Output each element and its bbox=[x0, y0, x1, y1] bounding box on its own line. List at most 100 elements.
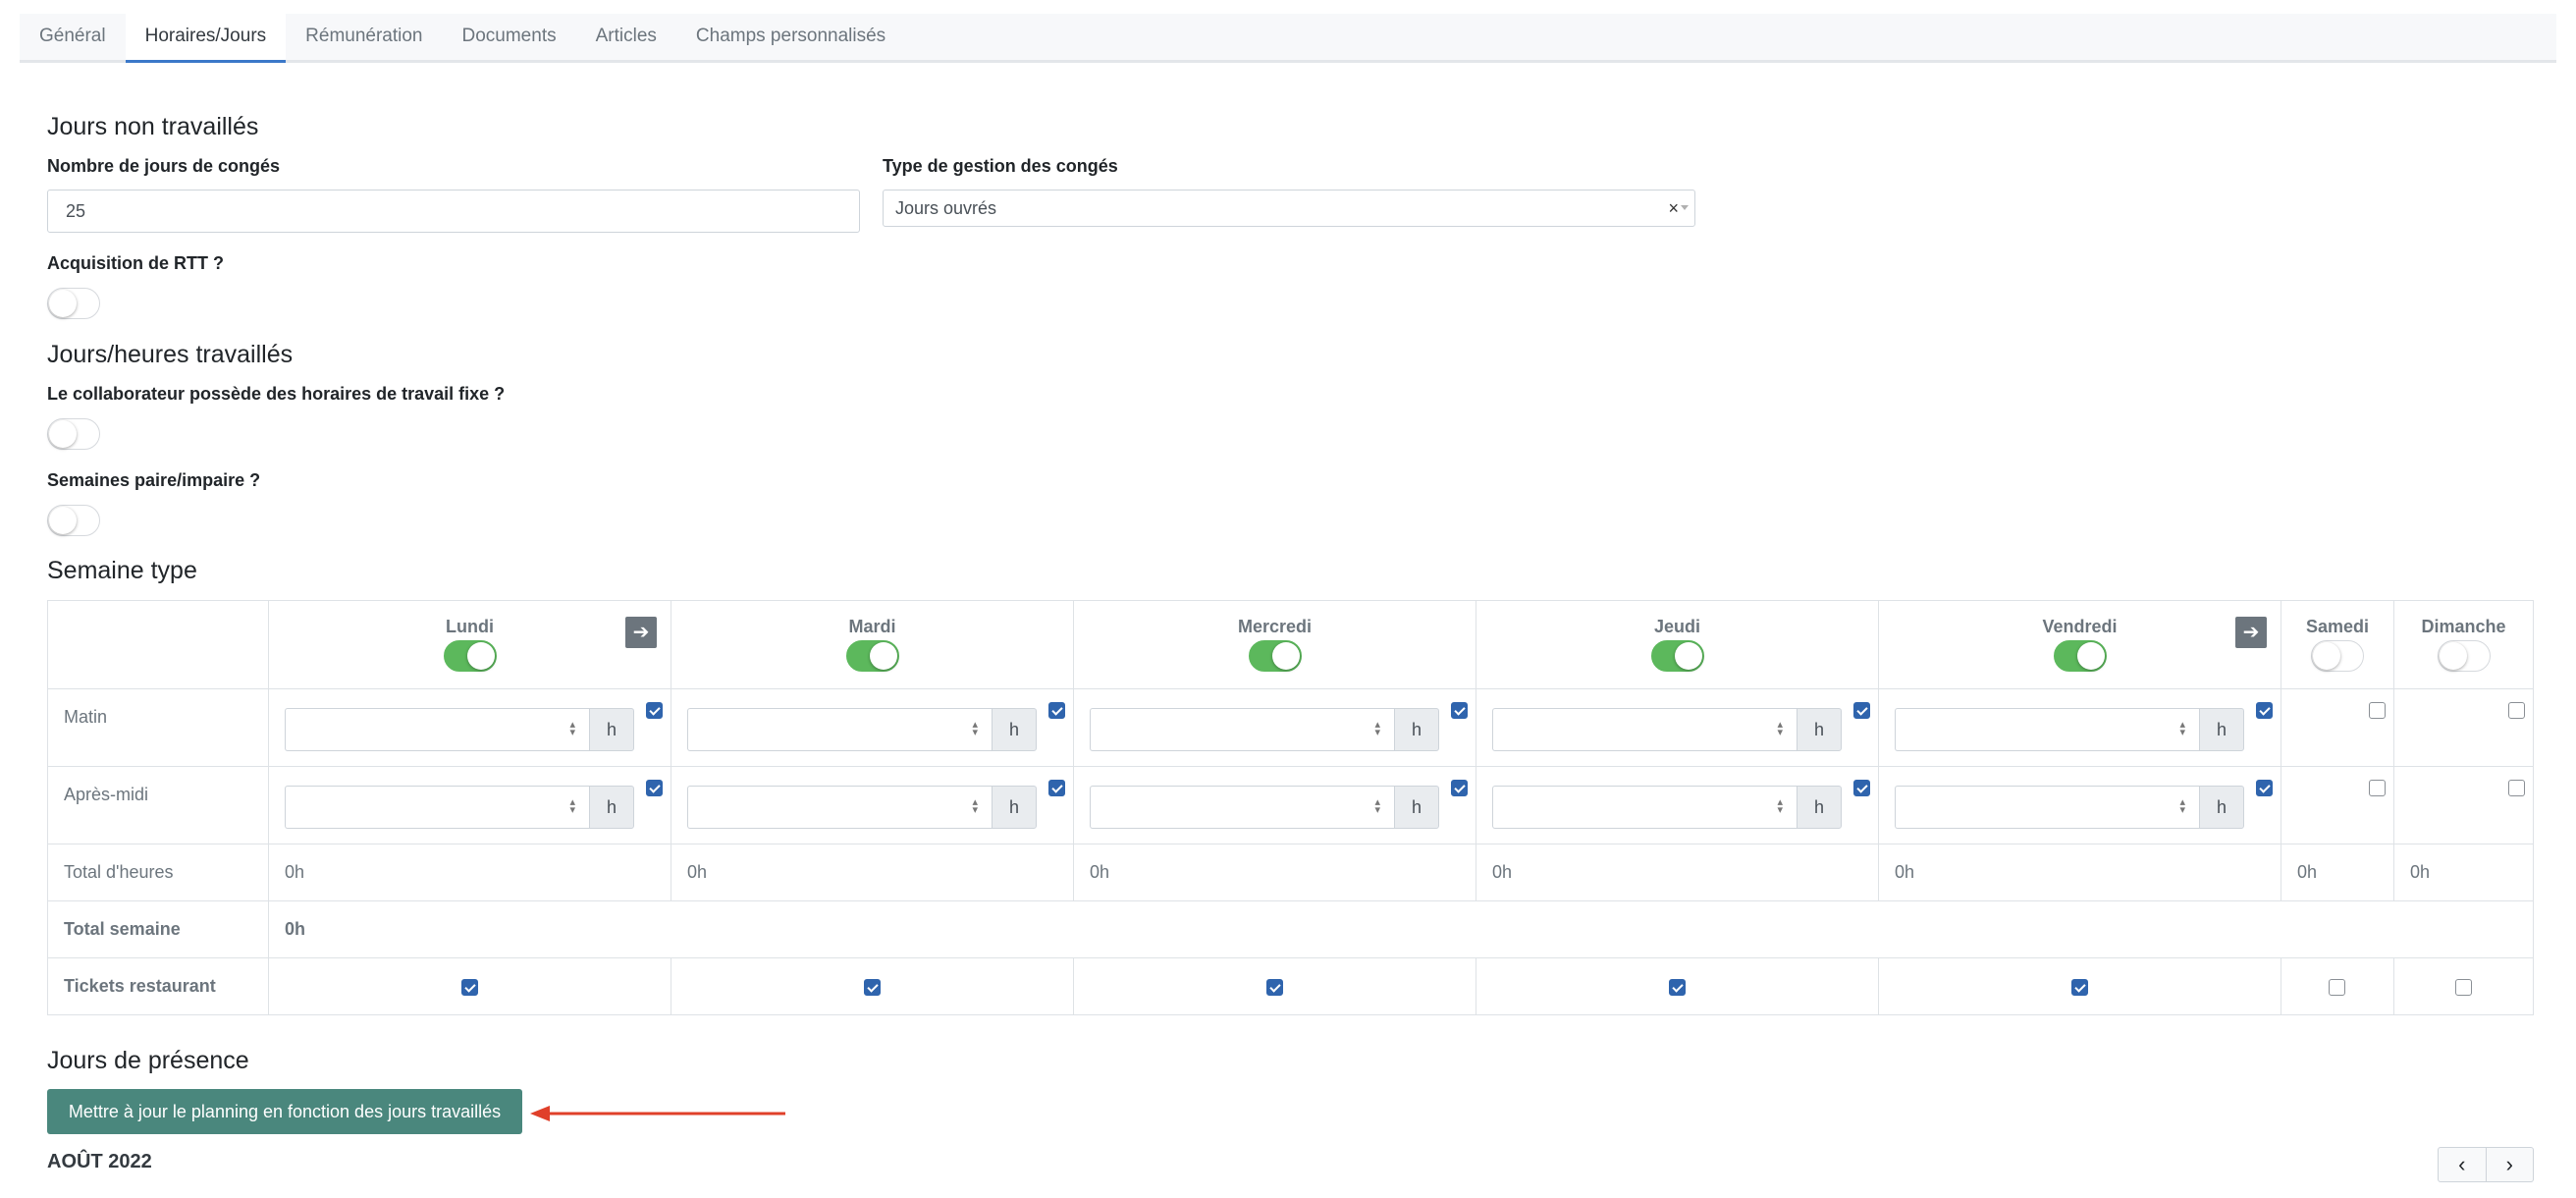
ticket-checkbox[interactable] bbox=[1668, 979, 1686, 996]
day-name: Dimanche bbox=[2421, 617, 2506, 636]
afternoon-hours-input[interactable]: ▴ ▾ bbox=[687, 786, 992, 829]
week-table: Lundi ➔ Mardi Mercredi Jeudi Vendredi ➔ … bbox=[47, 600, 2534, 1015]
day-toggle-samedi[interactable] bbox=[2311, 640, 2364, 672]
leave-days-label: Nombre de jours de congés bbox=[47, 156, 281, 176]
morning-cell: ▴ ▾ h bbox=[1878, 688, 2281, 767]
total-hours-value: 0h bbox=[2393, 844, 2534, 901]
fixed-hours-toggle[interactable] bbox=[47, 418, 100, 450]
day-name: Vendredi bbox=[2042, 617, 2118, 636]
morning-hours-input[interactable]: ▴ ▾ bbox=[687, 708, 992, 751]
leave-type-select[interactable]: Jours ouvrés × bbox=[883, 190, 1695, 227]
day-toggle-mercredi[interactable] bbox=[1248, 640, 1302, 672]
row-label-total-hours: Total d'heures bbox=[47, 844, 269, 901]
tab-champs-personnalises[interactable]: Champs personnalisés bbox=[676, 14, 905, 63]
morning-hours-input[interactable]: ▴ ▾ bbox=[1090, 708, 1394, 751]
afternoon-hours-input[interactable]: ▴ ▾ bbox=[1492, 786, 1797, 829]
morning-checkbox[interactable] bbox=[1853, 702, 1870, 719]
ticket-cell bbox=[2393, 957, 2534, 1015]
update-planning-button[interactable]: Mettre à jour le planning en fonction de… bbox=[47, 1089, 522, 1134]
morning-checkbox[interactable] bbox=[2369, 702, 2386, 719]
chevron-left-icon[interactable]: ‹ bbox=[2438, 1147, 2487, 1182]
day-toggle-mardi[interactable] bbox=[845, 640, 899, 672]
morning-hours-input[interactable]: ▴ ▾ bbox=[1895, 708, 2199, 751]
section-title-worked: Jours/heures travaillés bbox=[47, 341, 294, 368]
day-name: Lundi bbox=[446, 617, 494, 636]
day-header-samedi: Samedi bbox=[2281, 600, 2394, 689]
afternoon-checkbox[interactable] bbox=[2369, 780, 2386, 796]
afternoon-hours-input[interactable]: ▴ ▾ bbox=[285, 786, 589, 829]
afternoon-cell: ▴ ▾ h bbox=[671, 766, 1074, 844]
month-label: AOÛT 2022 bbox=[47, 1151, 152, 1172]
afternoon-checkbox[interactable] bbox=[1048, 780, 1065, 796]
section-title-week: Semaine type bbox=[47, 557, 197, 584]
day-header-lundi: Lundi ➔ bbox=[268, 600, 671, 689]
morning-checkbox[interactable] bbox=[2508, 702, 2525, 719]
day-header-mardi: Mardi bbox=[671, 600, 1074, 689]
ticket-checkbox[interactable] bbox=[460, 979, 478, 996]
tab-remuneration[interactable]: Rémunération bbox=[286, 14, 442, 63]
chevron-right-icon[interactable]: › bbox=[2486, 1147, 2534, 1182]
section-title-non-worked: Jours non travaillés bbox=[47, 113, 259, 140]
afternoon-checkbox[interactable] bbox=[1451, 780, 1468, 796]
tab-documents[interactable]: Documents bbox=[443, 14, 576, 63]
afternoon-cell bbox=[2393, 766, 2534, 844]
afternoon-cell: ▴ ▾ h bbox=[1878, 766, 2281, 844]
ticket-cell bbox=[1878, 957, 2281, 1015]
afternoon-checkbox[interactable] bbox=[1853, 780, 1870, 796]
day-toggle-vendredi[interactable] bbox=[2053, 640, 2107, 672]
afternoon-cell: ▴ ▾ h bbox=[1073, 766, 1476, 844]
ticket-checkbox[interactable] bbox=[2070, 979, 2088, 996]
row-label-tickets: Tickets restaurant bbox=[47, 957, 269, 1015]
ticket-checkbox[interactable] bbox=[863, 979, 881, 996]
rtt-toggle[interactable] bbox=[47, 288, 100, 319]
leave-days-input[interactable]: 25 bbox=[47, 190, 860, 233]
morning-cell: ▴ ▾ h bbox=[1073, 688, 1476, 767]
afternoon-checkbox[interactable] bbox=[2508, 780, 2525, 796]
tab-general[interactable]: Général bbox=[20, 14, 126, 63]
header-empty bbox=[47, 600, 269, 689]
ticket-cell bbox=[268, 957, 671, 1015]
morning-checkbox[interactable] bbox=[646, 702, 663, 719]
morning-checkbox[interactable] bbox=[2256, 702, 2273, 719]
rtt-label: Acquisition de RTT ? bbox=[47, 253, 224, 273]
copy-right-arrow-icon[interactable]: ➔ bbox=[625, 617, 657, 648]
ticket-checkbox[interactable] bbox=[2329, 979, 2345, 996]
day-name: Jeudi bbox=[1653, 617, 1700, 636]
day-name: Mardi bbox=[848, 617, 896, 636]
morning-cell bbox=[2281, 688, 2394, 767]
tab-bar: Général Horaires/Jours Rémunération Docu… bbox=[20, 14, 2556, 63]
afternoon-checkbox[interactable] bbox=[2256, 780, 2273, 796]
morning-checkbox[interactable] bbox=[1451, 702, 1468, 719]
ticket-checkbox[interactable] bbox=[2454, 979, 2472, 996]
afternoon-checkbox[interactable] bbox=[646, 780, 663, 796]
clear-icon[interactable]: × bbox=[1668, 191, 1679, 226]
copy-right-arrow-icon[interactable]: ➔ bbox=[2235, 617, 2267, 648]
morning-hours-input[interactable]: ▴ ▾ bbox=[285, 708, 589, 751]
row-label-total-week: Total semaine bbox=[47, 900, 269, 958]
chevron-down-icon bbox=[1681, 205, 1689, 210]
day-toggle-jeudi[interactable] bbox=[1650, 640, 1704, 672]
tab-horaires-jours[interactable]: Horaires/Jours bbox=[125, 14, 287, 63]
afternoon-hours-input[interactable]: ▴ ▾ bbox=[1090, 786, 1394, 829]
morning-cell: ▴ ▾ h bbox=[268, 688, 671, 767]
morning-hours-input[interactable]: ▴ ▾ bbox=[1492, 708, 1797, 751]
day-toggle-lundi[interactable] bbox=[443, 640, 497, 672]
total-hours-value: 0h bbox=[268, 844, 671, 901]
morning-checkbox[interactable] bbox=[1048, 702, 1065, 719]
total-week-value: 0h bbox=[268, 900, 2534, 958]
ticket-cell bbox=[1073, 957, 1476, 1015]
row-label-afternoon: Après-midi bbox=[47, 766, 269, 844]
row-label-morning: Matin bbox=[47, 688, 269, 767]
red-arrow-icon bbox=[530, 1106, 785, 1121]
day-name: Samedi bbox=[2305, 617, 2370, 636]
afternoon-cell: ▴ ▾ h bbox=[268, 766, 671, 844]
even-odd-toggle[interactable] bbox=[47, 505, 100, 536]
morning-cell: ▴ ▾ h bbox=[1476, 688, 1879, 767]
day-toggle-dimanche[interactable] bbox=[2437, 640, 2491, 672]
total-hours-value: 0h bbox=[1476, 844, 1879, 901]
ticket-checkbox[interactable] bbox=[1265, 979, 1283, 996]
ticket-cell bbox=[1476, 957, 1879, 1015]
leave-type-value: Jours ouvrés bbox=[895, 198, 997, 218]
tab-articles[interactable]: Articles bbox=[576, 14, 676, 63]
afternoon-hours-input[interactable]: ▴ ▾ bbox=[1895, 786, 2199, 829]
